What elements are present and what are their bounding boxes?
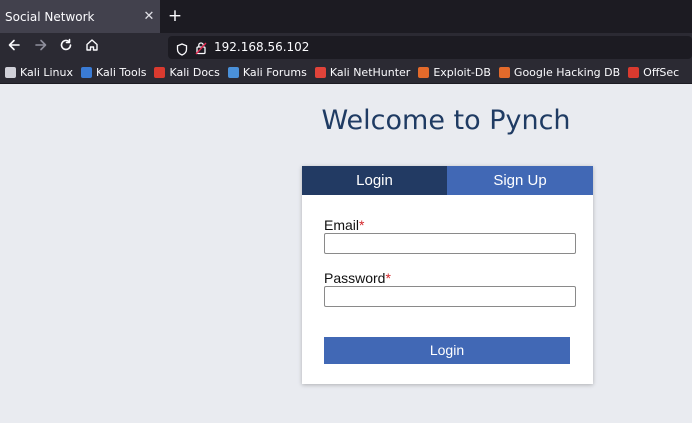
login-button[interactable]: Login <box>324 337 570 364</box>
page-title: Welcome to Pynch <box>321 105 571 136</box>
bookmark-label: OffSec <box>643 65 680 79</box>
kali-docs-icon <box>154 66 166 78</box>
offsec-icon <box>628 66 640 78</box>
back-icon[interactable] <box>5 38 23 56</box>
ghdb-icon <box>498 66 510 78</box>
bookmark-label: Kali Forums <box>242 65 307 79</box>
browser-tab-strip: Social Network ✕ + <box>0 0 692 33</box>
bookmark-item[interactable]: OffSec <box>628 66 679 79</box>
forward-icon[interactable] <box>32 38 50 56</box>
bookmark-item[interactable]: Kali Tools <box>81 66 146 79</box>
kali-dragon-icon <box>5 66 16 78</box>
bookmark-label: Kali Tools <box>96 65 147 79</box>
close-icon[interactable]: ✕ <box>138 9 160 24</box>
bookmark-label: Kali Docs <box>169 65 220 79</box>
email-field[interactable] <box>324 233 576 254</box>
url-bar[interactable]: 192.168.56.102 <box>168 36 692 59</box>
exploit-db-icon <box>418 66 430 78</box>
bookmark-label: Kali NetHunter <box>329 65 411 79</box>
bookmark-item[interactable]: Kali Docs <box>154 65 220 79</box>
reload-icon[interactable] <box>57 38 75 56</box>
bookmark-label: Kali Linux <box>20 65 74 79</box>
bookmark-item[interactable]: Google Hacking DB <box>498 65 621 79</box>
bookmark-item[interactable]: Kali NetHunter <box>314 65 411 79</box>
shield-icon[interactable] <box>176 41 188 60</box>
password-label: Password* <box>324 270 391 286</box>
home-icon[interactable] <box>83 38 101 56</box>
bookmark-item[interactable]: Exploit-DB <box>418 66 491 79</box>
auth-card: Login Sign Up Email* Password* Login <box>302 166 593 384</box>
bookmark-item[interactable]: Kali Linux <box>5 66 73 79</box>
required-mark: * <box>385 270 391 286</box>
page-content: Welcome to Pynch Login Sign Up Email* Pa… <box>0 84 692 423</box>
bookmark-label: Exploit-DB <box>433 65 491 79</box>
new-tab-icon[interactable]: + <box>166 7 184 25</box>
kali-tools-icon <box>81 66 93 78</box>
tab-signup[interactable]: Sign Up <box>447 166 593 195</box>
required-mark: * <box>359 217 365 233</box>
kali-nethunter-icon <box>314 66 326 78</box>
insecure-lock-icon[interactable] <box>195 40 207 59</box>
tab-title: Social Network <box>5 9 95 24</box>
browser-tab[interactable]: Social Network ✕ <box>0 0 160 33</box>
auth-tabs: Login Sign Up <box>302 166 593 195</box>
kali-forums-icon <box>227 66 239 78</box>
navigation-bar: 192.168.56.102 <box>0 33 692 61</box>
url-text: 192.168.56.102 <box>214 40 310 54</box>
bookmark-item[interactable]: Kali Forums <box>227 65 307 79</box>
email-label: Email* <box>324 217 365 233</box>
password-field[interactable] <box>324 286 576 307</box>
tab-login[interactable]: Login <box>302 166 447 195</box>
login-form: Email* Password* Login <box>324 195 576 364</box>
bookmarks-toolbar: Kali Linux Kali Tools Kali Docs Kali Forums… <box>0 61 692 84</box>
bookmark-label: Google Hacking DB <box>513 65 621 79</box>
